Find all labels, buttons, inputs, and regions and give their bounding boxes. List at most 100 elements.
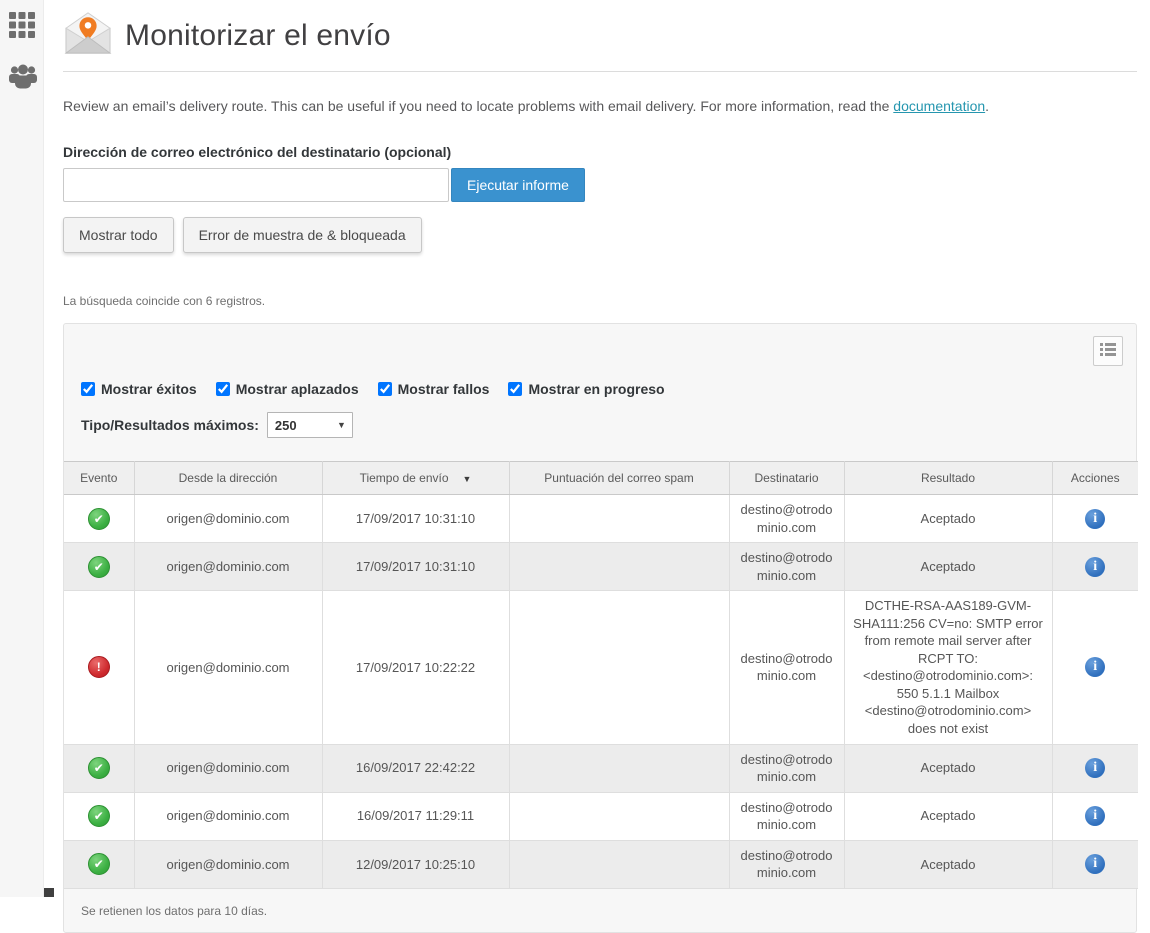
spam-score-cell [509,744,729,792]
spam-score-cell [509,543,729,591]
intro-text: Review an email’s delivery route. This c… [63,98,1137,114]
results-summary: La búsqueda coincide con 6 registros. [63,294,1137,308]
filter-show-successes-checkbox[interactable] [81,382,95,396]
sent-time-cell: 16/09/2017 22:42:22 [322,744,509,792]
filter-label: Mostrar en progreso [528,381,664,397]
grid-icon[interactable] [8,12,36,43]
spam-score-cell [509,591,729,744]
success-check-icon: ✔ [88,556,110,578]
table-settings-button[interactable] [1093,336,1123,366]
event-cell: ✔ [64,543,134,591]
show-errors-blocked-button[interactable]: Error de muestra de & bloqueada [183,217,422,253]
intro-text-before: Review an email’s delivery route. This c… [63,98,893,114]
filter-label: Mostrar aplazados [236,381,359,397]
table-row: ! origen@dominio.com 17/09/2017 10:22:22… [64,591,1138,744]
max-results-select-wrap: 250 ▼ [267,412,353,438]
table-row: ✔ origen@dominio.com 16/09/2017 22:42:22… [64,744,1138,792]
column-header-event[interactable]: Evento [64,462,134,495]
delivery-events-table: Evento Desde la dirección Tiempo de enví… [64,461,1138,889]
show-all-button[interactable]: Mostrar todo [63,217,174,253]
column-header-spam-score[interactable]: Puntuación del correo spam [509,462,729,495]
actions-cell: i [1052,792,1138,840]
spam-score-cell [509,840,729,888]
sort-desc-icon: ▼ [463,474,472,484]
bottom-left-tab [44,888,54,897]
recipient-cell: destino@otrodominio.com [729,543,844,591]
main-content: Monitorizar el envío Review an email’s d… [45,0,1150,933]
recipient-cell: destino@otrodominio.com [729,840,844,888]
column-header-actions[interactable]: Acciones [1052,462,1138,495]
from-cell: origen@dominio.com [134,495,322,543]
show-filters-row: Mostrar éxitos Mostrar aplazados Mostrar… [64,381,1136,397]
info-icon[interactable]: i [1085,657,1105,677]
max-results-select[interactable]: 250 [267,412,353,438]
event-cell: ✔ [64,744,134,792]
event-cell: ✔ [64,495,134,543]
column-header-result[interactable]: Resultado [844,462,1052,495]
page-title: Monitorizar el envío [125,19,391,53]
column-header-sent-time[interactable]: Tiempo de envío▼ [322,462,509,495]
recipient-email-input[interactable] [63,168,449,202]
quick-filter-buttons: Mostrar todo Error de muestra de & bloqu… [63,217,1137,253]
filter-show-successes[interactable]: Mostrar éxitos [81,381,197,397]
column-header-recipient[interactable]: Destinatario [729,462,844,495]
from-cell: origen@dominio.com [134,840,322,888]
success-check-icon: ✔ [88,805,110,827]
filter-show-in-progress[interactable]: Mostrar en progreso [508,381,664,397]
max-results-row: Tipo/Resultados máximos: 250 ▼ [64,412,1136,438]
icon-sidebar [0,0,44,897]
info-icon[interactable]: i [1085,758,1105,778]
from-cell: origen@dominio.com [134,591,322,744]
filter-show-deferred-checkbox[interactable] [216,382,230,396]
result-cell: Aceptado [844,744,1052,792]
from-cell: origen@dominio.com [134,792,322,840]
spam-score-cell [509,495,729,543]
email-form-row: Ejecutar informe [63,168,1137,202]
sent-time-cell: 17/09/2017 10:31:10 [322,495,509,543]
actions-cell: i [1052,840,1138,888]
recipient-email-label: Dirección de correo electrónico del dest… [63,144,1137,160]
info-icon[interactable]: i [1085,557,1105,577]
spam-score-cell [509,792,729,840]
table-row: ✔ origen@dominio.com 17/09/2017 10:31:10… [64,495,1138,543]
from-cell: origen@dominio.com [134,543,322,591]
sent-time-cell: 17/09/2017 10:22:22 [322,591,509,744]
page-header: Monitorizar el envío [63,6,1137,72]
actions-cell: i [1052,543,1138,591]
info-icon[interactable]: i [1085,509,1105,529]
event-cell: ! [64,591,134,744]
sent-time-cell: 12/09/2017 10:25:10 [322,840,509,888]
filter-show-failures-checkbox[interactable] [378,382,392,396]
success-check-icon: ✔ [88,508,110,530]
list-icon [1100,342,1116,360]
sent-time-cell: 17/09/2017 10:31:10 [322,543,509,591]
info-icon[interactable]: i [1085,854,1105,874]
filter-show-failures[interactable]: Mostrar fallos [378,381,490,397]
event-cell: ✔ [64,792,134,840]
actions-cell: i [1052,495,1138,543]
table-header-row: Evento Desde la dirección Tiempo de enví… [64,462,1138,495]
users-icon[interactable] [8,63,36,94]
max-results-label: Tipo/Resultados máximos: [81,417,259,433]
column-header-from[interactable]: Desde la dirección [134,462,322,495]
retention-note: Se retienen los datos para 10 días. [64,889,1136,918]
recipient-cell: destino@otrodominio.com [729,591,844,744]
success-check-icon: ✔ [88,853,110,875]
from-cell: origen@dominio.com [134,744,322,792]
result-cell: DCTHE-RSA-AAS189-GVM-SHA111:256 CV=no: S… [844,591,1052,744]
result-cell: Aceptado [844,840,1052,888]
documentation-link[interactable]: documentation [893,98,985,114]
table-row: ✔ origen@dominio.com 17/09/2017 10:31:10… [64,543,1138,591]
filter-show-deferred[interactable]: Mostrar aplazados [216,381,359,397]
event-cell: ✔ [64,840,134,888]
sent-time-cell: 16/09/2017 11:29:11 [322,792,509,840]
info-icon[interactable]: i [1085,806,1105,826]
filter-label: Mostrar fallos [398,381,490,397]
result-cell: Aceptado [844,543,1052,591]
results-panel: Mostrar éxitos Mostrar aplazados Mostrar… [63,323,1137,933]
recipient-cell: destino@otrodominio.com [729,744,844,792]
recipient-cell: destino@otrodominio.com [729,495,844,543]
run-report-button[interactable]: Ejecutar informe [451,168,585,202]
filter-show-in-progress-checkbox[interactable] [508,382,522,396]
actions-cell: i [1052,744,1138,792]
